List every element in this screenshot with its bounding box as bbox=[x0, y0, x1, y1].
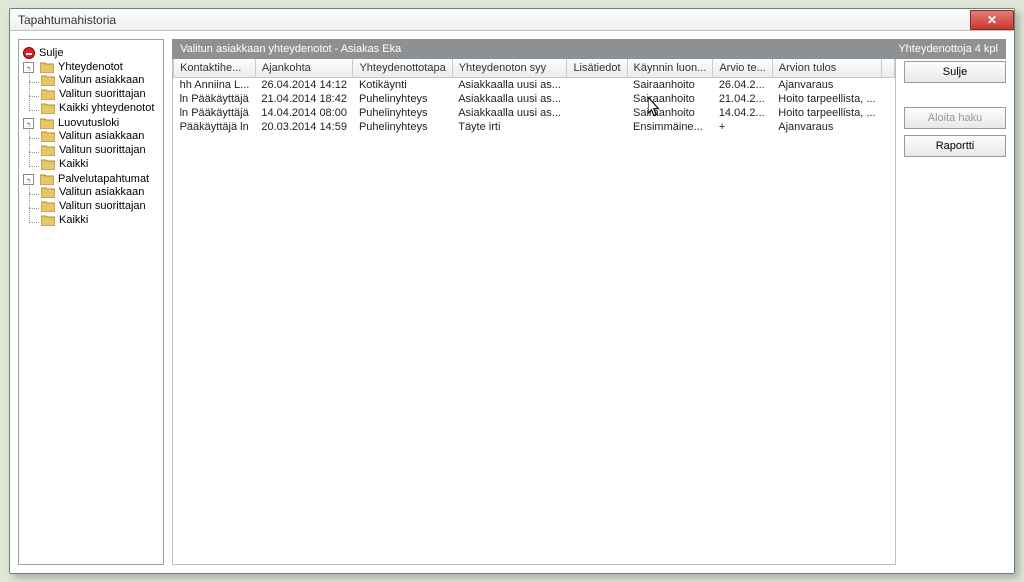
close-icon: ✕ bbox=[987, 13, 997, 27]
cell: Sairaanhoito bbox=[627, 78, 713, 93]
table-row[interactable]: hh Anniina L...26.04.2014 14:12Kotikäynt… bbox=[174, 78, 895, 93]
tree-label: Luovutusloki bbox=[58, 117, 119, 129]
col-lisatiedot[interactable]: Lisätiedot bbox=[567, 59, 627, 78]
window: Tapahtumahistoria ✕ Sulje - bbox=[9, 8, 1015, 574]
tree-panel: Sulje - Yhteydenotot Valitun as bbox=[18, 39, 164, 565]
cell bbox=[567, 92, 627, 106]
cell: 14.04.2014 08:00 bbox=[255, 106, 353, 120]
banner-left: Valitun asiakkaan yhteydenotot - Asiakas… bbox=[180, 43, 401, 55]
cell: Ensimmäine... bbox=[627, 120, 713, 134]
cell: + bbox=[713, 120, 772, 134]
tree-item-valitun-suorittajan-3[interactable]: Valitun suorittajan bbox=[41, 200, 159, 212]
tree-item-luovutusloki[interactable]: - Luovutusloki bbox=[23, 117, 159, 129]
aloita-haku-button: Aloita haku bbox=[904, 107, 1006, 129]
cell: 20.03.2014 14:59 bbox=[255, 120, 353, 134]
folder-icon bbox=[40, 117, 54, 129]
cell: Sairaanhoito bbox=[627, 106, 713, 120]
tree-label: Valitun suorittajan bbox=[59, 200, 146, 212]
tree-item-valitun-suorittajan-2[interactable]: Valitun suorittajan bbox=[41, 144, 159, 156]
cell: 21.04.2... bbox=[713, 92, 772, 106]
table-row[interactable]: ln Pääkäyttäjä14.04.2014 08:00Puhelinyht… bbox=[174, 106, 895, 120]
col-yhteydenottotapa[interactable]: Yhteydenottotapa bbox=[353, 59, 452, 78]
cell: Pääkäyttäjä ln bbox=[174, 120, 256, 134]
cell: ln Pääkäyttäjä bbox=[174, 92, 256, 106]
table-row[interactable]: Pääkäyttäjä ln20.03.2014 14:59Puhelinyht… bbox=[174, 120, 895, 134]
tree-item-kaikki-3[interactable]: Kaikki bbox=[41, 214, 159, 226]
tree-label: Valitun asiakkaan bbox=[59, 186, 144, 198]
folder-icon bbox=[41, 102, 55, 114]
tree-item-yhteydenotot[interactable]: - Yhteydenotot bbox=[23, 61, 159, 73]
col-extra[interactable] bbox=[882, 59, 895, 78]
folder-icon bbox=[41, 214, 55, 226]
tree-label: Valitun suorittajan bbox=[59, 144, 146, 156]
sulje-button[interactable]: Sulje bbox=[904, 61, 1006, 83]
tree-item-valitun-asiakkaan-2[interactable]: Valitun asiakkaan bbox=[41, 130, 159, 142]
cell: Ajanvaraus bbox=[772, 78, 881, 93]
tree-label: Kaikki bbox=[59, 158, 88, 170]
banner: Valitun asiakkaan yhteydenotot - Asiakas… bbox=[172, 39, 1006, 59]
tree-label: Valitun asiakkaan bbox=[59, 130, 144, 142]
title-bar: Tapahtumahistoria ✕ bbox=[10, 9, 1014, 31]
cell: Hoito tarpeellista, ... bbox=[772, 106, 881, 120]
cell: 14.04.2... bbox=[713, 106, 772, 120]
tree-item-sulje[interactable]: Sulje bbox=[23, 47, 159, 59]
tree-item-kaikki-2[interactable]: Kaikki bbox=[41, 158, 159, 170]
tree-item-valitun-suorittajan[interactable]: Valitun suorittajan bbox=[41, 88, 159, 100]
cell: 26.04.2... bbox=[713, 78, 772, 93]
cell: Kotikäynti bbox=[353, 78, 452, 93]
cell: 21.04.2014 18:42 bbox=[255, 92, 353, 106]
cell: Ajanvaraus bbox=[772, 120, 881, 134]
raportti-button[interactable]: Raportti bbox=[904, 135, 1006, 157]
col-arvio-te[interactable]: Arvio te... bbox=[713, 59, 772, 78]
folder-icon bbox=[41, 158, 55, 170]
tree-item-valitun-asiakkaan-3[interactable]: Valitun asiakkaan bbox=[41, 186, 159, 198]
tree-item-valitun-asiakkaan[interactable]: Valitun asiakkaan bbox=[41, 74, 159, 86]
cell: Puhelinyhteys bbox=[353, 120, 452, 134]
folder-icon bbox=[41, 200, 55, 212]
tree-label: Kaikki bbox=[59, 214, 88, 226]
cell: Hoito tarpeellista, ... bbox=[772, 92, 881, 106]
col-yhteydenoton-syy[interactable]: Yhteydenoton syy bbox=[452, 59, 567, 78]
cell: 26.04.2014 14:12 bbox=[255, 78, 353, 93]
cell bbox=[567, 78, 627, 93]
tree-label: Valitun asiakkaan bbox=[59, 74, 144, 86]
data-table[interactable]: Kontaktihe... Ajankohta Yhteydenottotapa… bbox=[172, 59, 896, 565]
cell bbox=[567, 120, 627, 134]
cell: Asiakkaalla uusi as... bbox=[452, 92, 567, 106]
col-arvion-tulos[interactable]: Arvion tulos bbox=[772, 59, 881, 78]
tree-label: Sulje bbox=[39, 47, 63, 59]
folder-icon bbox=[40, 61, 54, 73]
folder-icon bbox=[41, 74, 55, 86]
cell: Asiakkaalla uusi as... bbox=[452, 78, 567, 93]
folder-icon bbox=[41, 88, 55, 100]
folder-icon bbox=[41, 144, 55, 156]
banner-right: Yhteydenottoja 4 kpl bbox=[898, 43, 998, 55]
window-close-button[interactable]: ✕ bbox=[970, 10, 1014, 30]
tree-item-kaikki-yhteydenotot[interactable]: Kaikki yhteydenotot bbox=[41, 102, 159, 114]
tree-label: Valitun suorittajan bbox=[59, 88, 146, 100]
tree-item-palvelutapahtumat[interactable]: - Palvelutapahtumat bbox=[23, 173, 159, 185]
cell: Sairaanhoito bbox=[627, 92, 713, 106]
cell: Täyte irti bbox=[452, 120, 567, 134]
cell: Puhelinyhteys bbox=[353, 92, 452, 106]
cell: ln Pääkäyttäjä bbox=[174, 106, 256, 120]
cell: hh Anniina L... bbox=[174, 78, 256, 93]
table-row[interactable]: ln Pääkäyttäjä21.04.2014 18:42Puhelinyht… bbox=[174, 92, 895, 106]
col-kontaktihe[interactable]: Kontaktihe... bbox=[174, 59, 256, 78]
cell bbox=[567, 106, 627, 120]
col-kaynnin-luon[interactable]: Käynnin luon... bbox=[627, 59, 713, 78]
col-ajankohta[interactable]: Ajankohta bbox=[255, 59, 353, 78]
tree-label: Kaikki yhteydenotot bbox=[59, 102, 154, 114]
window-title: Tapahtumahistoria bbox=[18, 13, 116, 27]
cell: Puhelinyhteys bbox=[353, 106, 452, 120]
tree-label: Palvelutapahtumat bbox=[58, 173, 149, 185]
table-header: Kontaktihe... Ajankohta Yhteydenottotapa… bbox=[174, 59, 895, 78]
cell: Asiakkaalla uusi as... bbox=[452, 106, 567, 120]
stop-icon bbox=[23, 47, 35, 59]
folder-icon bbox=[40, 173, 54, 185]
tree-label: Yhteydenotot bbox=[58, 61, 123, 73]
folder-icon bbox=[41, 186, 55, 198]
folder-icon bbox=[41, 130, 55, 142]
